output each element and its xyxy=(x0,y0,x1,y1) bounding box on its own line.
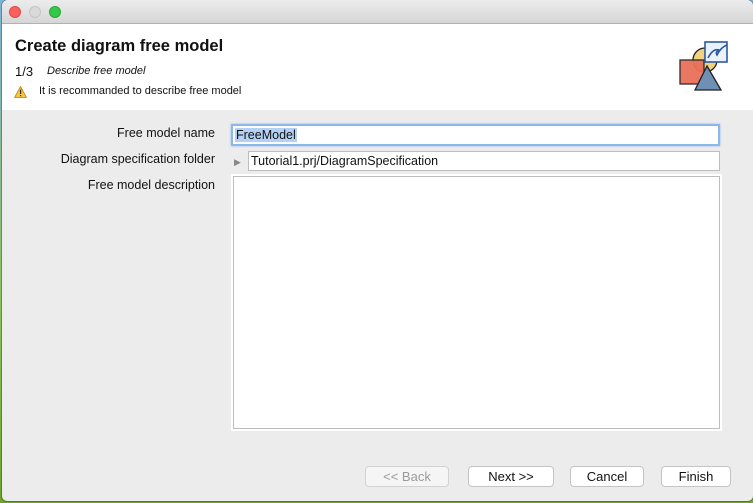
warning-triangle-icon xyxy=(14,86,27,98)
free-model-description-container xyxy=(231,174,722,431)
diagram-spec-folder-value: Tutorial1.prj/DiagramSpecification xyxy=(251,154,439,168)
wizard-header: Create diagram free model 1/3 Describe f… xyxy=(2,24,753,110)
diagram-shapes-icon xyxy=(679,41,728,91)
cancel-button[interactable]: Cancel xyxy=(570,466,644,487)
finish-button[interactable]: Finish xyxy=(661,466,731,487)
wizard-title: Create diagram free model xyxy=(15,37,224,55)
free-model-name-value: FreeModel xyxy=(235,128,297,142)
diagram-spec-folder-field[interactable]: Tutorial1.prj/DiagramSpecification xyxy=(248,151,720,171)
free-model-description-input[interactable] xyxy=(233,176,720,429)
free-model-name-input[interactable]: FreeModel xyxy=(231,124,720,146)
next-button[interactable]: Next >> xyxy=(468,466,554,487)
warning-message: It is recommanded to describe free model xyxy=(39,85,242,97)
dialog-window: Create diagram free model 1/3 Describe f… xyxy=(2,0,753,501)
back-button[interactable]: << Back xyxy=(365,466,449,487)
maximize-window-button[interactable] xyxy=(49,6,61,18)
step-indicator: 1/3 xyxy=(15,64,34,79)
diagram-spec-folder-label: Diagram specification folder xyxy=(60,152,215,166)
step-description: Describe free model xyxy=(47,65,146,77)
close-window-button[interactable] xyxy=(9,6,21,18)
minimize-window-button[interactable] xyxy=(29,6,41,18)
wizard-form: Free model name FreeModel Diagram specif… xyxy=(2,110,753,501)
title-bar[interactable] xyxy=(2,0,753,24)
free-model-name-label: Free model name xyxy=(117,126,215,140)
triangle-right-icon[interactable]: ▶ xyxy=(234,157,241,168)
free-model-description-label: Free model description xyxy=(87,178,215,192)
